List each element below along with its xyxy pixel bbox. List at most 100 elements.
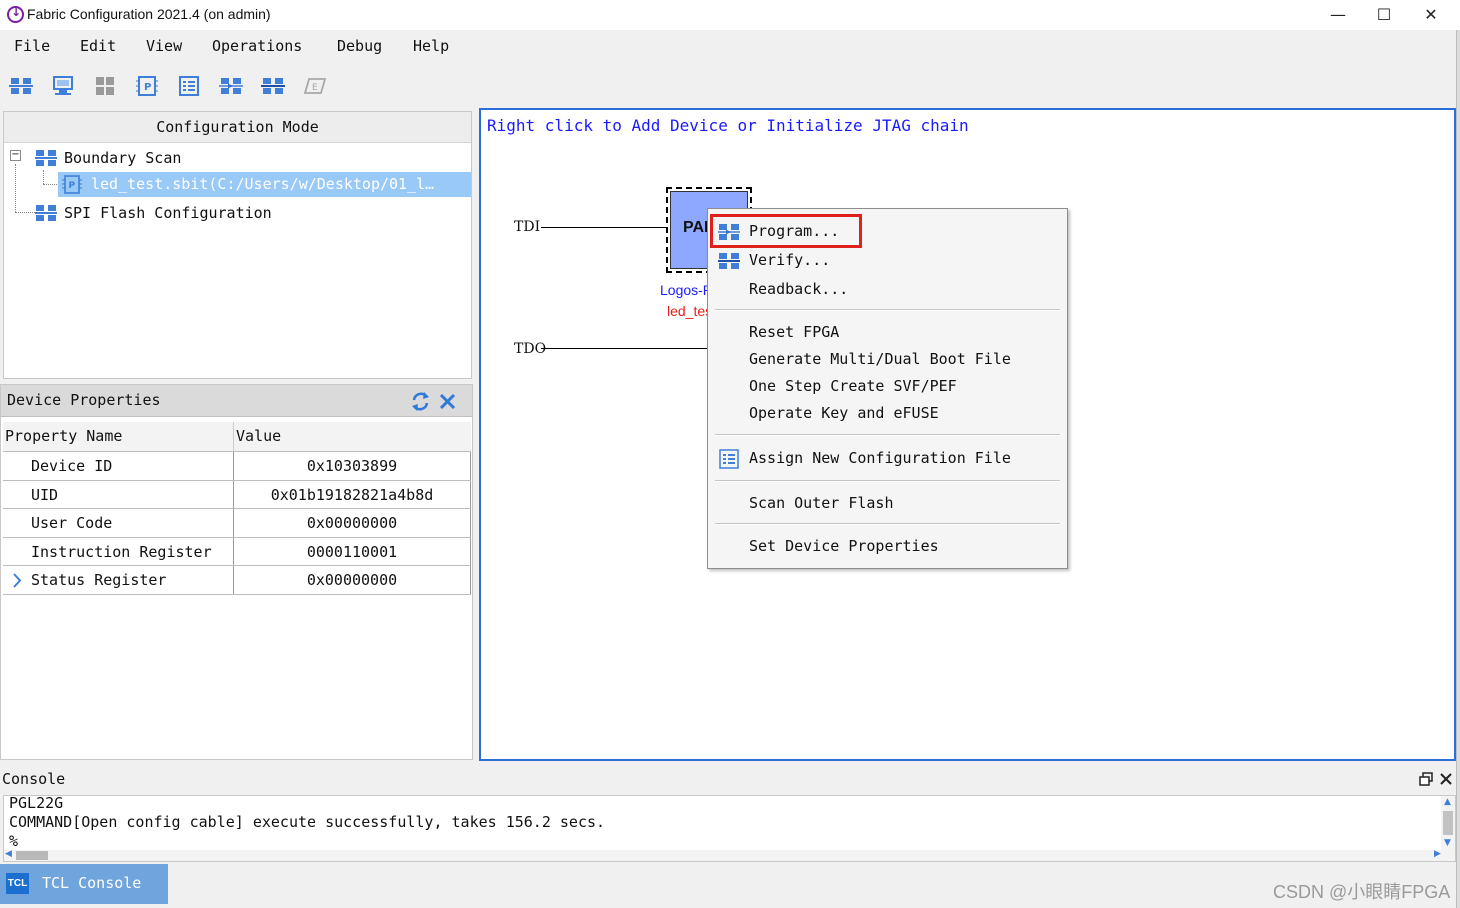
restore-icon[interactable] xyxy=(1419,772,1433,786)
window-right-border xyxy=(1456,30,1460,908)
table-row[interactable]: User Code 0x00000000 xyxy=(3,509,471,538)
menu-bar: File Edit View Operations Debug Help xyxy=(0,30,1456,64)
bottom-tab-bar: TCL TCL Console CSDN @小眼睛FPGA xyxy=(0,862,1456,908)
close-button[interactable]: ✕ xyxy=(1408,0,1454,30)
verify-icon[interactable] xyxy=(261,75,285,97)
tree-item-label: led_test.sbit(C:/Users/w/Desktop/01_l… xyxy=(91,175,435,193)
properties-table: Property Name Value Device ID 0x10303899… xyxy=(3,422,471,595)
property-name: Instruction Register xyxy=(3,537,234,565)
menu-item-operate-key-efuse[interactable]: Operate Key and eFUSE xyxy=(749,404,939,422)
scroll-right-icon[interactable]: ▶ xyxy=(1434,849,1441,859)
grid-icon xyxy=(96,77,114,95)
console-line: % xyxy=(9,832,19,850)
menu-separator xyxy=(715,434,1060,436)
scroll-left-icon[interactable]: ◀ xyxy=(5,849,12,859)
svg-text:P: P xyxy=(69,181,76,191)
tree-item-label: Boundary Scan xyxy=(64,149,182,167)
tree-item-led-test-sbit[interactable]: P led_test.sbit(C:/Users/w/Desktop/01_l… xyxy=(58,172,471,197)
scroll-up-icon[interactable]: ▲ xyxy=(1444,797,1451,807)
tdi-label: TDI xyxy=(514,219,541,235)
tree-line xyxy=(43,170,44,184)
maximize-button[interactable]: ☐ xyxy=(1361,0,1407,30)
minimize-button[interactable]: — xyxy=(1315,0,1361,30)
menu-separator xyxy=(715,309,1060,311)
device-properties-title: Device Properties xyxy=(7,391,161,409)
close-panel-icon[interactable] xyxy=(439,393,456,410)
menu-item-create-svf-pef[interactable]: One Step Create SVF/PEF xyxy=(749,377,957,395)
tdi-line xyxy=(541,227,668,228)
column-header-value[interactable]: Value xyxy=(234,422,471,451)
menu-item-set-device-properties[interactable]: Set Device Properties xyxy=(749,537,939,555)
erase-icon: E xyxy=(303,78,327,94)
cable-icon[interactable] xyxy=(51,75,75,97)
window-title: Fabric Configuration 2021.4 (on admin) xyxy=(27,6,271,22)
verify-icon xyxy=(718,253,740,269)
column-header-property-name[interactable]: Property Name xyxy=(3,422,234,451)
menu-item-scan-outer-flash[interactable]: Scan Outer Flash xyxy=(749,494,894,512)
property-name: UID xyxy=(3,480,234,508)
property-name: User Code xyxy=(3,509,234,537)
tab-tcl-console[interactable]: TCL TCL Console xyxy=(0,864,168,904)
program-icon xyxy=(718,224,740,240)
console-output[interactable]: PGL22G COMMAND[Open config cable] execut… xyxy=(3,794,1456,862)
app-icon xyxy=(7,5,24,23)
list-icon[interactable] xyxy=(177,75,201,97)
console-line: COMMAND[Open config cable] execute succe… xyxy=(9,813,606,831)
watermark: CSDN @小眼睛FPGA xyxy=(1273,882,1451,902)
tree-item-spi-flash-configuration[interactable]: SPI Flash Configuration xyxy=(35,201,435,225)
tdo-label: TDO xyxy=(514,341,547,357)
boundary-scan-icon xyxy=(35,150,57,166)
menu-separator xyxy=(715,523,1060,525)
spi-flash-icon xyxy=(35,205,57,221)
table-row[interactable]: UID 0x01b19182821a4b8d xyxy=(3,480,471,509)
property-value: 0x01b19182821a4b8d xyxy=(234,480,471,508)
scroll-thumb[interactable] xyxy=(1443,811,1453,835)
property-value: 0000110001 xyxy=(234,537,471,565)
scroll-down-icon[interactable]: ▼ xyxy=(1444,838,1451,848)
device-file-label: led_tes xyxy=(667,303,713,319)
console-title: Console xyxy=(2,770,66,788)
menu-item-verify[interactable]: Verify... xyxy=(749,251,830,269)
menu-operations[interactable]: Operations xyxy=(212,37,302,55)
menu-edit[interactable]: Edit xyxy=(80,37,116,55)
close-console-icon[interactable] xyxy=(1439,772,1453,786)
configuration-mode-panel: Configuration Mode − Boundary Scan P led… xyxy=(3,111,472,379)
tcl-icon: TCL xyxy=(6,873,29,894)
menu-item-program[interactable]: Program... xyxy=(749,222,839,240)
tdo-line xyxy=(541,348,709,349)
device-name-label: Logos-P xyxy=(660,282,713,298)
canvas-hint: Right click to Add Device or Initialize … xyxy=(487,116,969,135)
device-properties-header: Device Properties xyxy=(1,385,472,417)
menu-item-assign-config-file[interactable]: Assign New Configuration File xyxy=(749,449,1011,467)
table-row[interactable]: Status Register 0x00000000 xyxy=(3,566,471,595)
tree-item-boundary-scan[interactable]: Boundary Scan xyxy=(35,146,435,170)
refresh-icon[interactable] xyxy=(410,391,431,412)
chevron-right-icon[interactable] xyxy=(12,573,22,588)
svg-text:P: P xyxy=(144,82,151,93)
device-properties-panel: Device Properties Property Name Value De… xyxy=(0,384,473,760)
menu-help[interactable]: Help xyxy=(413,37,449,55)
list-icon xyxy=(719,449,739,469)
chip-icon[interactable]: P xyxy=(135,75,159,97)
configuration-mode-header: Configuration Mode xyxy=(4,112,471,143)
program-icon[interactable] xyxy=(219,75,243,97)
property-value: 0x00000000 xyxy=(234,509,471,537)
boundary-scan-icon[interactable] xyxy=(9,75,33,97)
tree-line xyxy=(43,184,57,185)
collapse-toggle[interactable]: − xyxy=(10,150,21,161)
menu-item-reset-fpga[interactable]: Reset FPGA xyxy=(749,323,839,341)
table-row[interactable]: Device ID 0x10303899 xyxy=(3,452,471,481)
console-header: Console xyxy=(0,765,1456,795)
menu-item-readback[interactable]: Readback... xyxy=(749,280,848,298)
vertical-scrollbar[interactable]: ▲ ▼ xyxy=(1441,796,1455,850)
scroll-thumb[interactable] xyxy=(16,851,48,860)
svg-text:E: E xyxy=(312,83,318,93)
title-bar: Fabric Configuration 2021.4 (on admin) —… xyxy=(0,0,1460,30)
menu-item-generate-boot-file[interactable]: Generate Multi/Dual Boot File xyxy=(749,350,1011,368)
horizontal-scrollbar[interactable]: ◀ ▶ xyxy=(4,849,1455,861)
table-row[interactable]: Instruction Register 0000110001 xyxy=(3,537,471,566)
menu-view[interactable]: View xyxy=(146,37,182,55)
property-name: Status Register xyxy=(3,566,234,594)
menu-file[interactable]: File xyxy=(14,37,50,55)
menu-debug[interactable]: Debug xyxy=(337,37,382,55)
